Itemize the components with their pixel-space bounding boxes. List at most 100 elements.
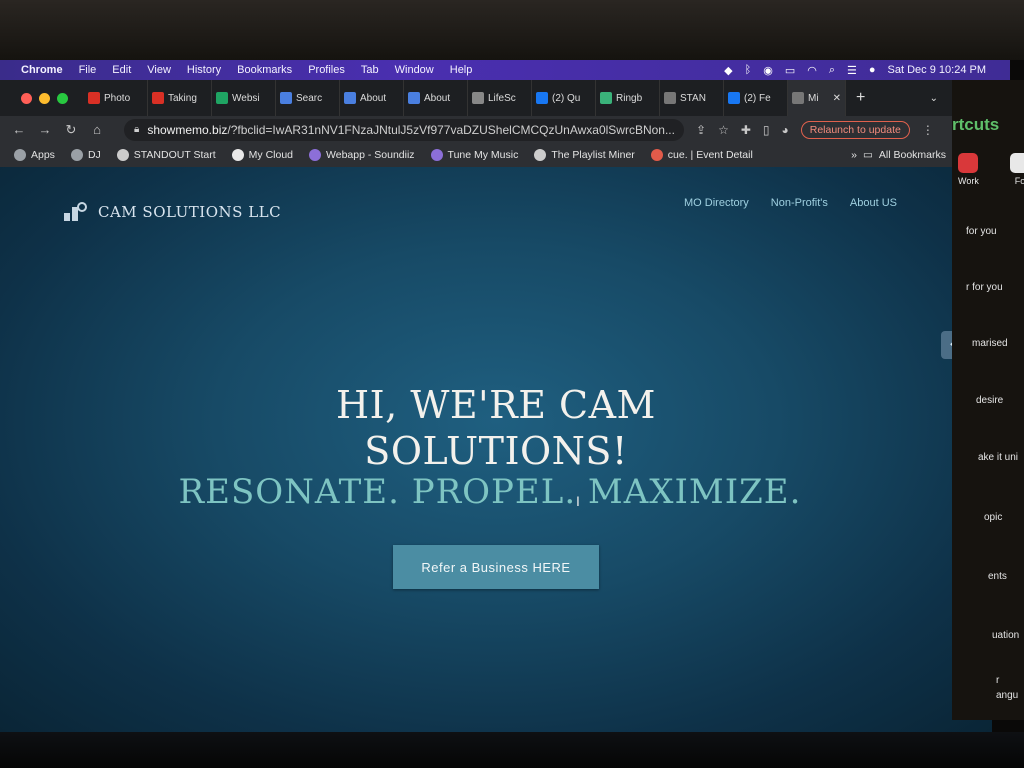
menu-bookmarks[interactable]: Bookmarks: [229, 64, 300, 76]
lock-icon[interactable]: 🔒︎: [134, 124, 139, 135]
site-nav: MO Directory Non-Profit's About US: [684, 197, 897, 209]
bookmark-item[interactable]: Webapp - Soundiiz: [301, 149, 423, 161]
forward-arrow-icon[interactable]: →: [32, 122, 58, 137]
bookmark-item[interactable]: My Cloud: [224, 149, 301, 161]
bookmark-item[interactable]: DJ: [63, 149, 109, 161]
bookmark-item[interactable]: Tune My Music: [423, 149, 527, 161]
menu-edit[interactable]: Edit: [104, 64, 139, 76]
drive-icon: [216, 92, 228, 104]
browser-tab[interactable]: STAN: [660, 80, 724, 116]
browser-tab[interactable]: (2) Fe: [724, 80, 788, 116]
extensions-puzzle-icon[interactable]: ✚: [741, 123, 751, 137]
new-tab-button[interactable]: +: [846, 89, 875, 107]
bookmarks-bar: Apps DJ STANDOUT Start My Cloud Webapp - Sou…: [0, 143, 960, 167]
bookmark-label: My Cloud: [248, 149, 294, 161]
browser-tab[interactable]: About: [404, 80, 468, 116]
menu-bar: Chrome File Edit View History Bookmarks …: [0, 60, 1010, 80]
side-line: uation: [992, 630, 1020, 641]
browser-tab[interactable]: Taking: [148, 80, 212, 116]
all-bookmarks-label: All Bookmarks: [878, 149, 946, 161]
docs-icon: [280, 92, 292, 104]
menu-tab[interactable]: Tab: [353, 64, 387, 76]
gmail-icon: [152, 92, 164, 104]
bookmark-favicon-icon: [534, 149, 547, 161]
menu-file[interactable]: File: [71, 64, 105, 76]
share-icon[interactable]: ⇪: [696, 123, 706, 137]
tab-label: (2) Qu: [552, 92, 581, 104]
menu-view[interactable]: View: [139, 64, 179, 76]
all-bookmarks[interactable]: » ▭ All Bookmarks: [851, 149, 960, 161]
side-line: for you: [966, 226, 997, 237]
battery-icon[interactable]: ▭: [785, 64, 795, 77]
browser-tab[interactable]: About: [340, 80, 404, 116]
control-center-icon[interactable]: ☰: [847, 64, 857, 77]
dropbox-icon[interactable]: ◆: [724, 64, 732, 77]
bookmark-item[interactable]: cue. | Event Detail: [643, 149, 761, 161]
back-arrow-icon[interactable]: ←: [6, 122, 32, 137]
side-line: desire: [976, 395, 1004, 406]
site-logo[interactable]: CAM SOLUTIONS LLC: [62, 201, 281, 223]
gmail-icon: [88, 92, 100, 104]
browser-tab[interactable]: LifeSc: [468, 80, 532, 116]
tab-label: About: [424, 92, 451, 104]
screen-bezel: [0, 0, 1024, 60]
tab-label: STAN: [680, 92, 706, 104]
browser-tab[interactable]: Websi: [212, 80, 276, 116]
fo-app-label: Fo: [1014, 176, 1024, 186]
bookmark-favicon-icon: [116, 149, 129, 161]
nav-non-profits[interactable]: Non-Profit's: [771, 197, 828, 209]
menu-help[interactable]: Help: [442, 64, 481, 76]
side-line: marised: [972, 338, 1008, 349]
relaunch-to-update-button[interactable]: Relaunch to update: [800, 120, 910, 139]
menu-window[interactable]: Window: [387, 64, 442, 76]
bookmark-favicon-icon: [70, 149, 83, 161]
logo-mark-icon: [64, 202, 87, 221]
home-icon[interactable]: ⌂: [84, 122, 110, 137]
work-app[interactable]: Work: [958, 153, 979, 186]
tabs-container: Photo Taking Websi Searc About About LifeSc (2)…: [84, 80, 846, 116]
bookmark-favicon-icon: [309, 149, 322, 161]
facebook-icon: [728, 92, 740, 104]
browser-tab[interactable]: (2) Qu: [532, 80, 596, 116]
browser-tab[interactable]: Ringb: [596, 80, 660, 116]
reload-icon[interactable]: ↻: [58, 122, 84, 138]
side-line: opic: [984, 512, 1003, 523]
browser-tab[interactable]: Photo: [84, 80, 148, 116]
bookmark-label: Tune My Music: [447, 149, 519, 161]
menu-history[interactable]: History: [179, 64, 229, 76]
close-tab-icon[interactable]: ✕: [833, 93, 841, 104]
menu-app-chrome[interactable]: Chrome: [0, 64, 71, 76]
wifi-icon[interactable]: ◠: [807, 64, 817, 77]
nav-about-us[interactable]: About US: [850, 197, 897, 209]
browser-tab[interactable]: Searc: [276, 80, 340, 116]
zoom-window-button[interactable]: [57, 92, 68, 104]
siri-icon[interactable]: ●: [869, 64, 876, 76]
tab-label: Searc: [296, 92, 323, 104]
address-bar[interactable]: 🔒︎ showmemo.biz /?fbclid=IwAR31nNV1FNzaJ…: [124, 118, 684, 141]
menu-clock[interactable]: Sat Dec 9 10:24 PM: [888, 64, 986, 76]
bookmark-item[interactable]: STANDOUT Start: [109, 149, 224, 161]
more-menu-icon[interactable]: ⋮: [922, 123, 934, 137]
browser-tab[interactable]: Mi ✕: [788, 80, 846, 116]
fo-app[interactable]: Fo: [1010, 153, 1024, 186]
shortcuts-title: rtcuts: [952, 115, 1000, 134]
nav-mo-directory[interactable]: MO Directory: [684, 197, 749, 209]
bookmark-item[interactable]: Apps: [0, 149, 63, 161]
side-panel-icon[interactable]: ▯: [763, 123, 770, 137]
airplay-icon[interactable]: ◉: [763, 64, 773, 77]
minimize-window-button[interactable]: [39, 92, 50, 104]
refer-business-button[interactable]: Refer a Business HERE: [393, 545, 599, 589]
profile-avatar[interactable]: ◕: [782, 123, 789, 137]
bluetooth-icon[interactable]: ᛒ: [745, 64, 752, 76]
bookmark-item[interactable]: The Playlist Miner: [526, 149, 642, 161]
bookmark-star-icon[interactable]: ☆: [718, 123, 729, 137]
close-window-button[interactable]: [21, 92, 32, 104]
search-icon[interactable]: ⌕: [829, 64, 835, 77]
bookmarks-overflow-chevron[interactable]: »: [851, 149, 857, 161]
folder-icon: ▭: [862, 149, 873, 161]
menu-profiles[interactable]: Profiles: [300, 64, 353, 76]
bookmark-label: The Playlist Miner: [551, 149, 635, 161]
tab-label: (2) Fe: [744, 92, 771, 104]
work-app-label: Work: [958, 176, 979, 186]
tab-search-chevron-icon[interactable]: ⌄: [930, 93, 952, 104]
